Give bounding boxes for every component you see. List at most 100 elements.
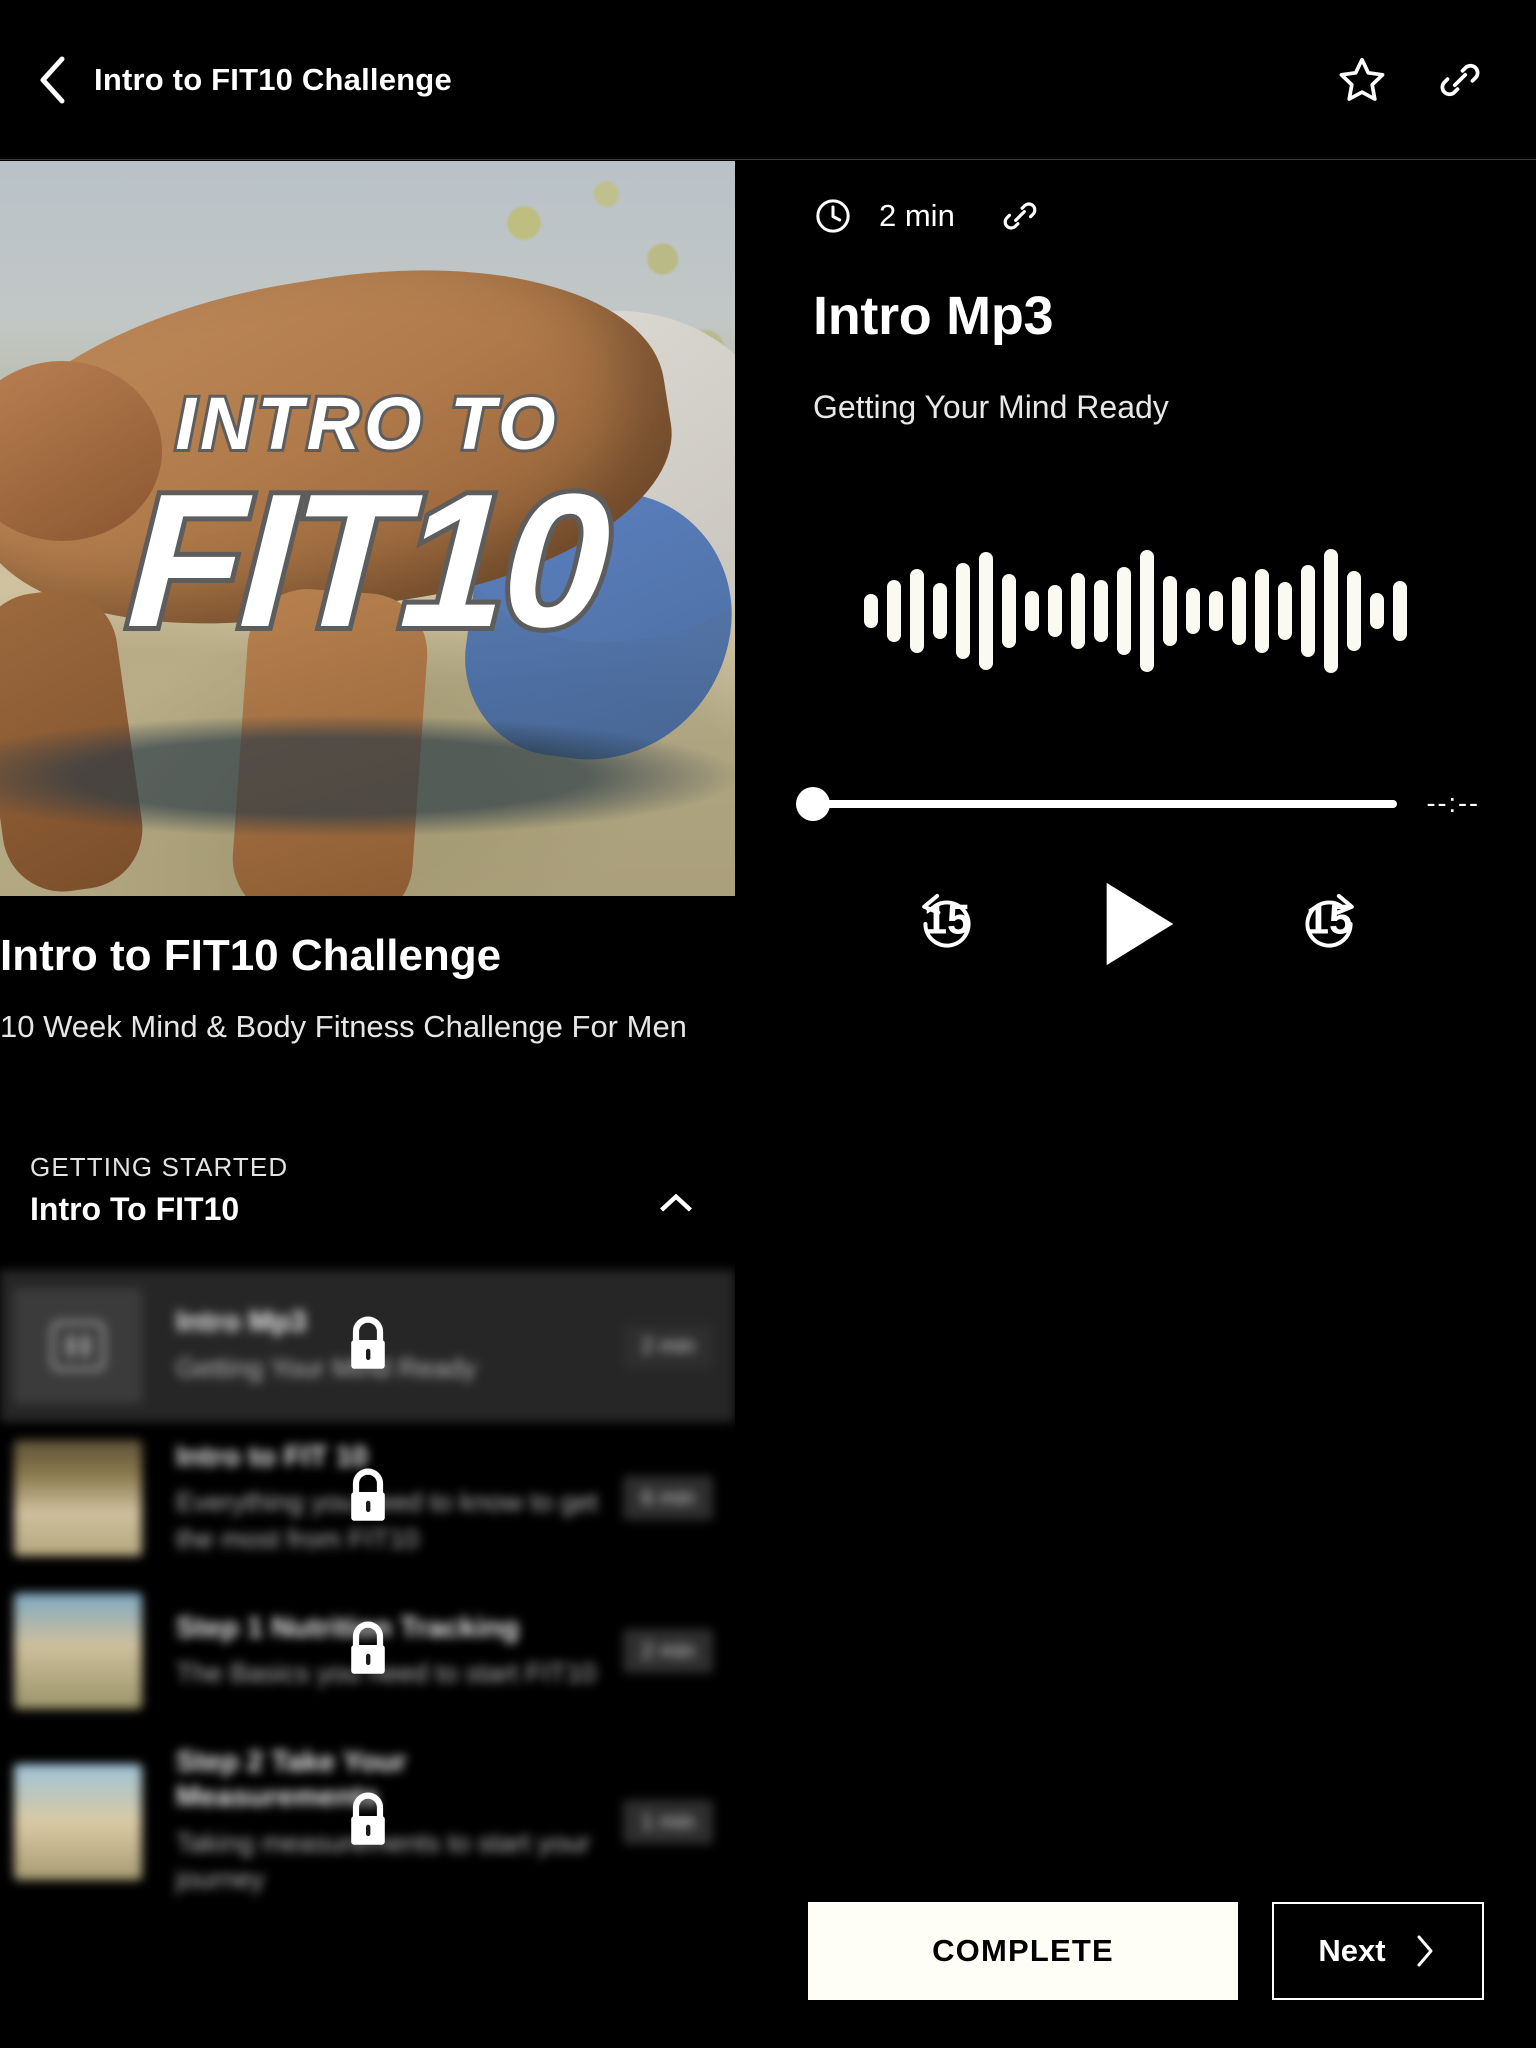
section-header-getting-started[interactable]: GETTING STARTED Intro To FIT10 <box>0 1152 735 1228</box>
lesson-row: Intro Mp3 Getting Your Mind Ready 2 min <box>0 1269 735 1422</box>
lesson-item-description: Everything you need to know to get the m… <box>176 1487 598 1554</box>
rewind-15-button[interactable]: 15 <box>910 887 984 961</box>
forward-15-button[interactable]: 15 <box>1292 887 1366 961</box>
rewind-15-label: 15 <box>923 895 969 942</box>
next-button[interactable]: Next <box>1272 1902 1484 2000</box>
lesson-subtitle: Getting Your Mind Ready <box>813 389 1169 425</box>
play-icon <box>1106 882 1173 966</box>
forward-15-icon: 15 <box>1304 893 1354 948</box>
lesson-title: Intro Mp3 <box>813 286 1054 346</box>
lesson-list-item[interactable]: Intro Mp3 Getting Your Mind Ready 2 min <box>0 1269 735 1422</box>
play-button[interactable] <box>1096 877 1180 971</box>
complete-button[interactable]: COMPLETE <box>808 1902 1238 2000</box>
lesson-list-item[interactable]: Step 1 Nutrition Tracking The Basics you … <box>0 1575 735 1727</box>
waveform-bar <box>910 569 924 653</box>
lesson-duration-badge: 1 min <box>623 1799 713 1844</box>
waveform-bar <box>1140 550 1154 672</box>
lesson-share-button[interactable] <box>999 195 1041 237</box>
section-label: GETTING STARTED <box>30 1151 289 1182</box>
lesson-row: Step 2 Take Your Measurements Taking meas… <box>0 1727 735 1915</box>
waveform-bar <box>1301 565 1315 657</box>
lesson-row: Intro to FIT 10 Everything you need to kn… <box>0 1422 735 1576</box>
lesson-player-panel: 2 min Intro Mp3 Getting Your Mind Ready … <box>735 161 1536 2048</box>
lesson-duration-badge: 2 min <box>623 1323 713 1368</box>
chevron-right-icon <box>1417 1935 1433 1967</box>
lesson-thumbnail-art <box>14 1593 142 1710</box>
favorite-button[interactable] <box>1332 50 1392 110</box>
chevron-up-icon <box>660 1193 692 1212</box>
lesson-item-title: Step 2 Take Your Measurements <box>176 1746 407 1814</box>
course-sidebar: INTRO TO FIT10 Intro to FIT10 Challenge … <box>0 161 735 2048</box>
clock-icon <box>816 199 850 233</box>
lesson-item-title: Step 1 Nutrition Tracking <box>176 1611 520 1644</box>
main-content: INTRO TO FIT10 Intro to FIT10 Challenge … <box>0 161 1536 2048</box>
section-header-text: GETTING STARTED Intro To FIT10 <box>30 1152 288 1228</box>
lesson-text: Intro Mp3 Getting Your Mind Ready <box>176 1305 623 1386</box>
waveform-bar <box>956 563 970 659</box>
lesson-text: Step 2 Take Your Measurements Taking meas… <box>176 1745 623 1897</box>
lesson-meta-row: 2 min <box>813 195 1536 237</box>
section-name: Intro To FIT10 <box>30 1190 240 1227</box>
lesson-list-item[interactable]: Intro to FIT 10 Everything you need to kn… <box>0 1422 735 1576</box>
forward-15-label: 15 <box>1305 895 1351 942</box>
waveform-bar <box>1071 573 1085 649</box>
link-icon <box>1003 202 1037 230</box>
lesson-item-description: Taking measurements to start your journe… <box>176 1827 591 1895</box>
back-button[interactable] <box>22 49 84 111</box>
waveform-bar <box>1048 585 1062 637</box>
rewind-15-icon: 15 <box>921 893 971 948</box>
waveform-bar <box>887 580 901 642</box>
waveform-bar <box>1370 593 1384 629</box>
lesson-list-item[interactable]: Step 2 Take Your Measurements Taking meas… <box>0 1727 735 1915</box>
lesson-thumbnail-art <box>14 1763 142 1880</box>
link-icon <box>1440 63 1480 96</box>
course-hero-image: INTRO TO FIT10 <box>0 161 735 896</box>
waveform-bar <box>1393 581 1407 641</box>
waveform-bar <box>1232 577 1246 645</box>
waveform-bar <box>1002 574 1016 648</box>
elapsed-time: --:-- <box>1426 788 1480 818</box>
chevron-left-icon <box>40 56 65 103</box>
waveform-bar <box>1347 571 1361 651</box>
lesson-list: Intro Mp3 Getting Your Mind Ready 2 min Int… <box>0 1269 735 1916</box>
player-controls: 15 15 <box>735 877 1536 971</box>
lesson-row: Step 1 Nutrition Tracking The Basics you … <box>0 1575 735 1727</box>
hero-shadow <box>0 716 735 836</box>
star-outline-icon <box>1339 57 1385 101</box>
top-bar-actions <box>1332 50 1490 110</box>
waveform-bar <box>1255 569 1269 653</box>
waveform-bar <box>979 552 993 670</box>
progress-track[interactable] <box>796 786 1397 821</box>
player-progress-row: --:-- <box>796 786 1536 821</box>
audio-waveform <box>735 546 1536 676</box>
lesson-item-description: The Basics you need to start FIT10 <box>176 1658 597 1689</box>
waveform-bar <box>1163 576 1177 646</box>
lesson-item-description: Getting Your Mind Ready <box>176 1352 477 1383</box>
course-subtitle: 10 Week Mind & Body Fitness Challenge Fo… <box>0 1009 687 1045</box>
waveform-bar <box>1025 591 1039 631</box>
lesson-item-title: Intro to FIT 10 <box>176 1440 368 1473</box>
lesson-text: Intro to FIT 10 Everything you need to kn… <box>176 1440 623 1558</box>
waveform-bar <box>1094 580 1108 642</box>
waveform-bar <box>1209 591 1223 631</box>
audio-book-icon <box>50 1320 106 1372</box>
course-title: Intro to FIT10 Challenge <box>0 931 502 980</box>
lesson-item-title: Intro Mp3 <box>176 1305 307 1338</box>
section-collapse-button[interactable] <box>651 1178 701 1228</box>
lesson-duration-badge: 6 min <box>623 1476 713 1521</box>
lesson-thumbnail <box>14 1287 142 1404</box>
page-title: Intro to FIT10 Challenge <box>94 61 452 97</box>
lesson-thumbnail-art <box>14 1440 142 1557</box>
lesson-duration: 2 min <box>879 198 955 233</box>
top-bar: Intro to FIT10 Challenge <box>0 0 1536 160</box>
waveform-bar <box>933 583 947 639</box>
waveform-bar <box>1117 567 1131 655</box>
progress-thumb[interactable] <box>796 786 830 821</box>
share-link-button[interactable] <box>1430 50 1490 110</box>
lesson-thumbnail <box>14 1440 142 1557</box>
bottom-actions: COMPLETE Next <box>808 1902 1484 2000</box>
waveform-bar <box>864 594 878 628</box>
lesson-duration-badge: 2 min <box>623 1629 713 1674</box>
waveform-bar <box>1186 588 1200 634</box>
lesson-text: Step 1 Nutrition Tracking The Basics you … <box>176 1611 623 1692</box>
